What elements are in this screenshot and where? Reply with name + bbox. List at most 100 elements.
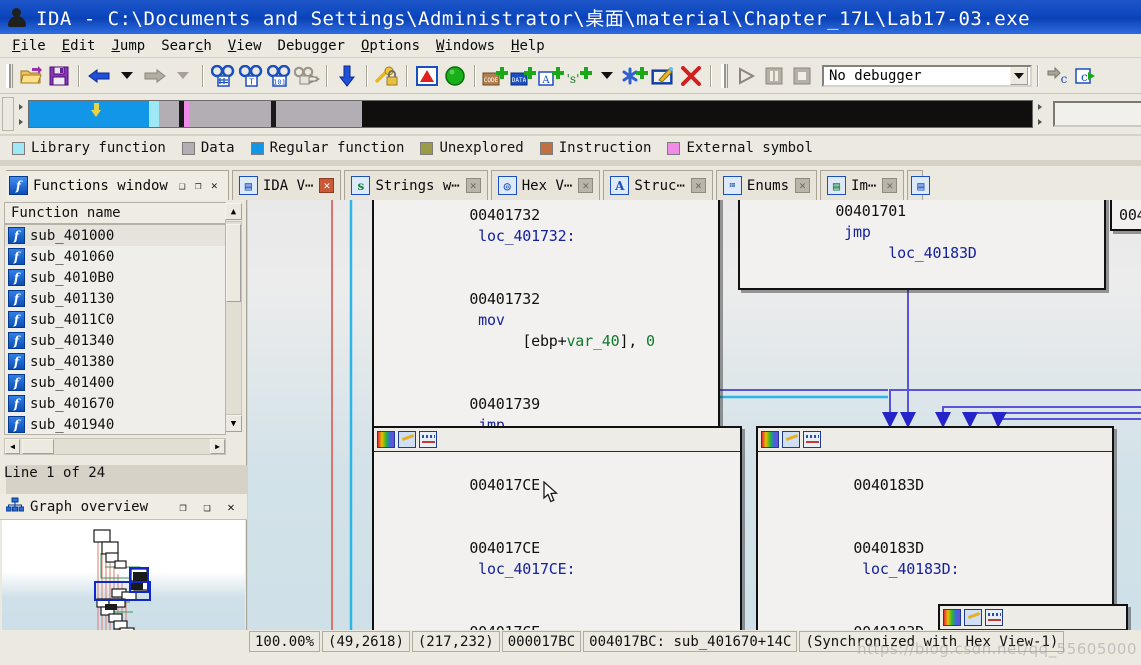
close-button[interactable]: ✕: [795, 178, 811, 193]
line-label[interactable]: loc_40183D:: [862, 560, 959, 578]
close-button[interactable]: ✕: [578, 178, 594, 193]
line-label[interactable]: loc_401732:: [478, 227, 575, 245]
line-label[interactable]: loc_4017CE:: [478, 560, 575, 578]
restore-button[interactable]: ❐: [191, 178, 206, 193]
code-line[interactable]: 00401732 mov [ebp+var_40], 0: [381, 268, 713, 373]
navband-segment-regular-function[interactable]: [29, 101, 149, 127]
close-button[interactable]: ✕: [690, 178, 706, 193]
function-list-row[interactable]: f sub_401940: [5, 414, 225, 434]
scrollbar-thumb[interactable]: [226, 224, 241, 302]
menu-file[interactable]: File: [4, 37, 54, 55]
tab-imports[interactable]: ▤ Im⋯ ✕: [820, 170, 905, 200]
functions-list[interactable]: f sub_401000 f sub_401060 f sub_4010B0 f sub_40…: [4, 224, 226, 435]
code-line[interactable]: 004017CE: [381, 454, 735, 517]
run-icon[interactable]: [733, 63, 759, 89]
block-properties-icon[interactable]: [419, 431, 437, 448]
step-into-c-icon[interactable]: c: [1073, 63, 1099, 89]
stop-icon[interactable]: [789, 63, 815, 89]
code-block-4017CE[interactable]: 004017CE 004017CE loc_4017CE: 004017CE m…: [372, 426, 742, 630]
tab-structures[interactable]: A Struc⋯ ✕: [603, 170, 713, 200]
navband-segment-data-2[interactable]: [189, 101, 271, 127]
code-line[interactable]: 004017CE mov edx, [ebp+var_3C]: [381, 601, 735, 630]
code-line[interactable]: 0040183D: [765, 454, 1107, 517]
menu-debugger[interactable]: Debugger: [270, 37, 353, 55]
tab-ida-view[interactable]: ▤ IDA V⋯ ✕: [231, 170, 342, 200]
menu-windows[interactable]: Windows: [428, 37, 503, 55]
forward-dropdown-icon[interactable]: [170, 63, 196, 89]
toolbar-grip-2[interactable]: [721, 63, 728, 88]
color-palette-icon[interactable]: [943, 609, 961, 626]
save-file-icon[interactable]: [46, 63, 72, 89]
search-binary-icon[interactable]: [210, 63, 236, 89]
code-line[interactable]: 0040183D loc_40183D:: [765, 517, 1107, 601]
edit-block-icon[interactable]: [964, 609, 982, 626]
make-code-icon[interactable]: CODE: [482, 63, 508, 89]
search-next-icon[interactable]: [294, 63, 320, 89]
key-lock-icon[interactable]: [374, 63, 400, 89]
make-ascii-icon[interactable]: A: [538, 63, 564, 89]
code-block-40183D[interactable]: 0040183D 0040183D loc_40183D: 0040183D c…: [756, 426, 1114, 630]
code-line[interactable]: 004017CE loc_4017CE:: [381, 517, 735, 601]
code-block-partial-bottom[interactable]: [938, 604, 1128, 630]
menu-jump[interactable]: Jump: [103, 37, 153, 55]
function-list-row[interactable]: f sub_401400: [5, 372, 225, 393]
make-string-dropdown-icon[interactable]: [594, 63, 620, 89]
menu-help[interactable]: Help: [503, 37, 553, 55]
toolbar-grip-1[interactable]: [6, 63, 13, 88]
function-list-row[interactable]: f sub_401060: [5, 246, 225, 267]
function-list-row[interactable]: f sub_401670: [5, 393, 225, 414]
maximize-button[interactable]: ❑: [175, 178, 190, 193]
forward-arrow-icon[interactable]: [142, 63, 168, 89]
navband-overview-box[interactable]: [1053, 101, 1141, 127]
close-button[interactable]: ✕: [465, 178, 481, 193]
line-operands[interactable]: loc_40183D: [888, 244, 977, 262]
search-text-icon[interactable]: T: [238, 63, 264, 89]
navband-right-ticks[interactable]: [1033, 99, 1047, 129]
menu-options[interactable]: Options: [353, 37, 428, 55]
tab-exports[interactable]: ▤: [907, 170, 931, 200]
close-button[interactable]: ✕: [207, 178, 222, 193]
scroll-right-arrow-icon[interactable]: ▶: [210, 439, 225, 454]
warning-icon[interactable]: [414, 63, 440, 89]
make-data-icon[interactable]: DATA: [510, 63, 536, 89]
back-dropdown-icon[interactable]: [114, 63, 140, 89]
make-unexplored-icon[interactable]: [622, 63, 648, 89]
tab-strings-window[interactable]: s Strings w⋯ ✕: [344, 170, 488, 200]
edit-block-icon[interactable]: [782, 431, 800, 448]
maximize-button[interactable]: ❐: [175, 499, 191, 515]
scroll-left-arrow-icon[interactable]: ◀: [5, 439, 20, 454]
navband-zoom-ticks[interactable]: [14, 99, 28, 129]
code-line[interactable]: 00401732 loc_401732:: [381, 200, 713, 268]
menu-edit[interactable]: Edit: [54, 37, 104, 55]
navband-segment-data[interactable]: [159, 101, 179, 127]
close-button[interactable]: ✕: [319, 178, 335, 193]
function-list-row[interactable]: f sub_401380: [5, 351, 225, 372]
jump-down-icon[interactable]: [334, 63, 360, 89]
navband-segment-unexplored-black[interactable]: [362, 101, 1032, 127]
navband-segment-library-function[interactable]: [149, 101, 159, 127]
restore-button[interactable]: ❏: [199, 499, 215, 515]
debugger-select[interactable]: No debugger: [822, 64, 1032, 87]
block-properties-icon[interactable]: [803, 431, 821, 448]
tab-functions-window[interactable]: f Functions window ❑ ❐ ✕: [2, 170, 229, 200]
chevron-down-icon[interactable]: [1010, 66, 1028, 85]
close-button[interactable]: ✕: [882, 178, 898, 193]
open-file-icon[interactable]: [18, 63, 44, 89]
menu-view[interactable]: View: [220, 37, 270, 55]
color-palette-icon[interactable]: [761, 431, 779, 448]
edit-block-icon[interactable]: [398, 431, 416, 448]
hscrollbar-thumb[interactable]: [22, 439, 54, 454]
pause-icon[interactable]: [761, 63, 787, 89]
function-list-row[interactable]: f sub_401130: [5, 288, 225, 309]
close-button[interactable]: ✕: [223, 499, 239, 515]
make-string-icon[interactable]: 's': [566, 63, 592, 89]
undefine-icon[interactable]: [678, 63, 704, 89]
functions-horizontal-scrollbar[interactable]: ◀ ▶: [4, 438, 226, 455]
function-list-row[interactable]: f sub_401340: [5, 330, 225, 351]
step-over-c-icon[interactable]: c: [1045, 63, 1071, 89]
edit-function-icon[interactable]: [650, 63, 676, 89]
block-properties-icon[interactable]: [985, 609, 1003, 626]
function-list-row[interactable]: f sub_4010B0: [5, 267, 225, 288]
navigation-band[interactable]: [28, 100, 1033, 128]
scroll-down-arrow-icon[interactable]: ▼: [225, 415, 242, 432]
